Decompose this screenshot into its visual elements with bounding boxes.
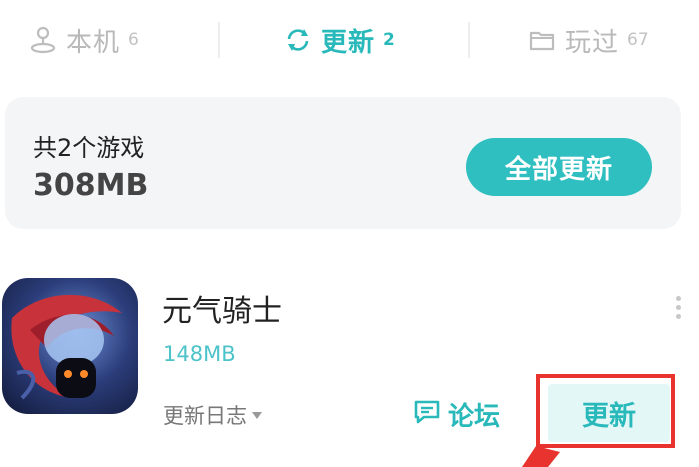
summary-total-size: 308MB (33, 168, 149, 203)
update-all-button[interactable]: 全部更新 (466, 138, 652, 196)
game-app-icon[interactable] (2, 278, 138, 414)
arrow-pointer-icon (508, 446, 568, 467)
tab-local-count: 6 (128, 30, 139, 50)
tab-played-label: 玩过 (565, 27, 620, 58)
forum-button[interactable]: 论坛 (412, 394, 500, 434)
tab-played[interactable]: 玩过 67 (527, 18, 649, 62)
summary-game-count: 共2个游戏 (33, 134, 145, 162)
caret-down-icon (252, 411, 262, 419)
game-size: 148MB (163, 342, 236, 366)
changelog-toggle[interactable]: 更新日志 (163, 400, 262, 430)
tab-divider (218, 22, 220, 58)
update-game-button[interactable]: 更新 (548, 384, 670, 442)
more-options-icon[interactable] (672, 292, 684, 326)
tab-update-count: 2 (383, 30, 395, 50)
game-name: 元气骑士 (162, 294, 282, 329)
tab-divider (468, 22, 470, 58)
changelog-label: 更新日志 (163, 404, 247, 428)
tab-local[interactable]: 本机 6 (28, 18, 139, 62)
joystick-icon (28, 25, 58, 55)
tab-update-label: 更新 (321, 27, 376, 58)
tab-bar: 本机 6 更新 2 玩过 67 (0, 0, 699, 82)
tab-played-count: 67 (627, 30, 649, 50)
tab-update[interactable]: 更新 2 (283, 18, 395, 62)
chat-bubble-icon (412, 397, 442, 431)
folder-icon (527, 25, 557, 55)
forum-label: 论坛 (448, 401, 501, 432)
refresh-icon (283, 25, 313, 55)
tab-local-label: 本机 (66, 27, 121, 58)
